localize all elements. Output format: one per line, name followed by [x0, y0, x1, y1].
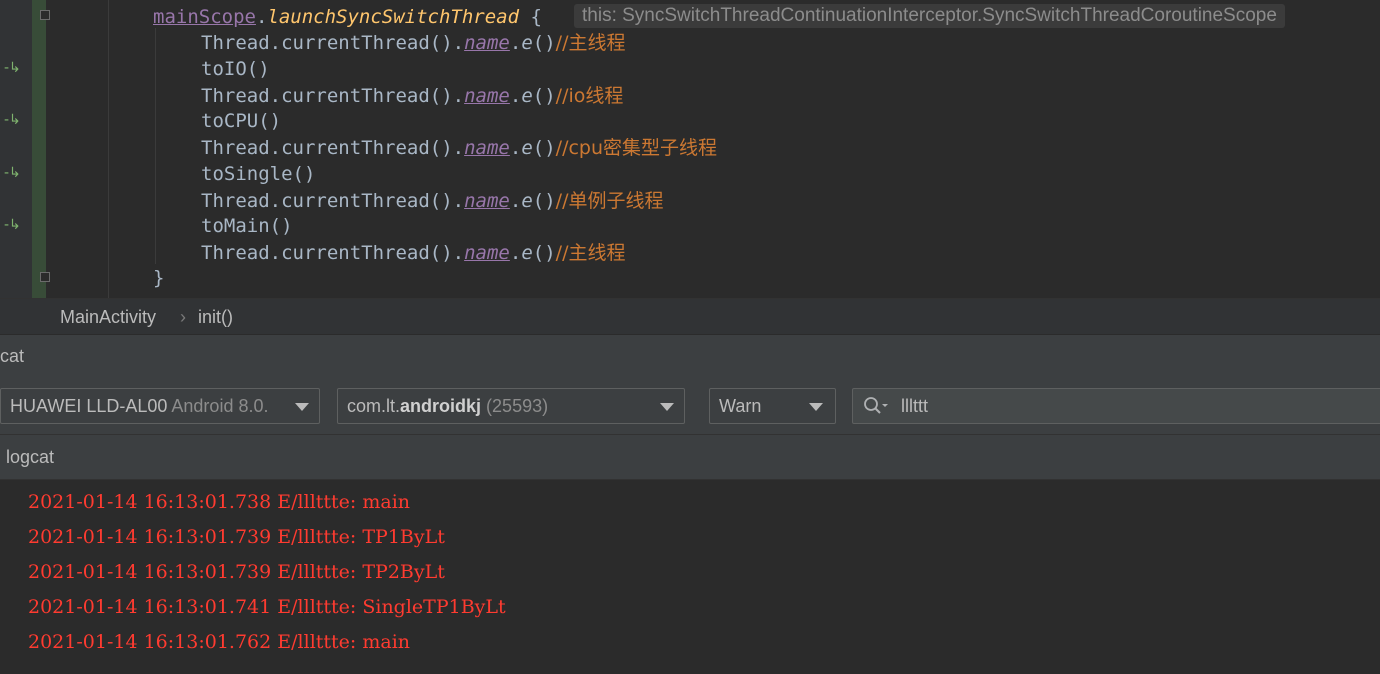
code-comment: //主线程 — [555, 32, 626, 54]
chevron-down-icon — [295, 403, 309, 411]
launch-function-ref[interactable]: launchSyncSwitchThread — [267, 6, 519, 28]
code-line[interactable]: Thread.currentThread().name.e()//io线程 — [201, 83, 623, 109]
inlay-type-hint: this: SyncSwitchThreadContinuationInterc… — [574, 4, 1285, 28]
code-line[interactable]: toSingle() — [201, 161, 315, 187]
log-line[interactable]: 2021-01-14 16:13:01.738 E/lllttte: main — [28, 486, 410, 518]
search-icon[interactable] — [863, 396, 889, 416]
breadcrumb: MainActivity › init() — [0, 298, 1380, 334]
thread-switch-icon[interactable]: -↳ — [4, 166, 24, 180]
chevron-down-icon — [660, 403, 674, 411]
process-select[interactable]: com.lt.androidkj (25593) — [337, 388, 685, 424]
thread-switch-icon[interactable]: -↳ — [4, 113, 24, 127]
search-input[interactable] — [901, 389, 1361, 423]
log-line[interactable]: 2021-01-14 16:13:01.762 E/lllttte: main — [28, 626, 410, 658]
main-scope-ref[interactable]: mainScope — [153, 6, 256, 28]
log-line[interactable]: 2021-01-14 16:13:01.739 E/lllttte: TP1By… — [28, 521, 445, 553]
thread-switch-icon[interactable]: -↳ — [4, 61, 24, 75]
code-line[interactable]: toMain() — [201, 213, 293, 239]
device-select[interactable]: HUAWEI LLD-AL00 Android 8.0. — [0, 388, 320, 424]
editor-gutter: -↳ -↳ -↳ -↳ — [0, 0, 32, 298]
code-line[interactable]: toCPU() — [201, 108, 281, 134]
toolwindow-title: cat — [0, 346, 25, 366]
vcs-change-marker[interactable] — [32, 0, 46, 298]
indent-guide — [108, 0, 109, 298]
logcat-tab-label: logcat — [6, 447, 55, 467]
breadcrumb-separator: › — [180, 307, 186, 327]
code-comment: //cpu密集型子线程 — [555, 137, 718, 159]
log-line[interactable]: 2021-01-14 16:13:01.741 E/lllttte: Singl… — [28, 591, 506, 623]
log-output[interactable]: 2021-01-14 16:13:01.738 E/lllttte: main … — [0, 480, 1380, 674]
code-comment: //主线程 — [555, 242, 626, 264]
logcat-tab[interactable]: logcat — [0, 434, 1380, 480]
breadcrumb-method[interactable]: init() — [198, 299, 233, 335]
logcat-toolwindow-header: cat — [0, 334, 1380, 378]
code-editor[interactable]: -↳ -↳ -↳ -↳ mainScope.launchSyncSwitchTh… — [0, 0, 1380, 298]
code-comment: //单例子线程 — [555, 190, 664, 212]
chevron-down-icon — [809, 403, 823, 411]
code-line[interactable]: mainScope.launchSyncSwitchThread { — [153, 4, 542, 30]
breadcrumb-class[interactable]: MainActivity — [60, 299, 156, 335]
fold-toggle-icon[interactable] — [40, 272, 50, 282]
code-comment: //io线程 — [555, 85, 624, 107]
code-line[interactable]: Thread.currentThread().name.e()//cpu密集型子… — [201, 135, 717, 161]
fold-toggle-icon[interactable] — [40, 10, 50, 20]
log-line[interactable]: 2021-01-14 16:13:01.739 E/lllttte: TP2By… — [28, 556, 445, 588]
code-line[interactable]: } — [153, 265, 164, 291]
logcat-toolbar: HUAWEI LLD-AL00 Android 8.0. com.lt.andr… — [0, 378, 1380, 434]
code-line[interactable]: Thread.currentThread().name.e()//单例子线程 — [201, 188, 663, 214]
code-line[interactable]: Thread.currentThread().name.e()//主线程 — [201, 240, 625, 266]
thread-switch-icon[interactable]: -↳ — [4, 218, 24, 232]
code-line[interactable]: toIO() — [201, 56, 270, 82]
log-level-select[interactable]: Warn — [709, 388, 836, 424]
indent-guide — [155, 28, 156, 264]
log-search-field[interactable] — [852, 388, 1380, 424]
code-line[interactable]: Thread.currentThread().name.e()//主线程 — [201, 30, 625, 56]
